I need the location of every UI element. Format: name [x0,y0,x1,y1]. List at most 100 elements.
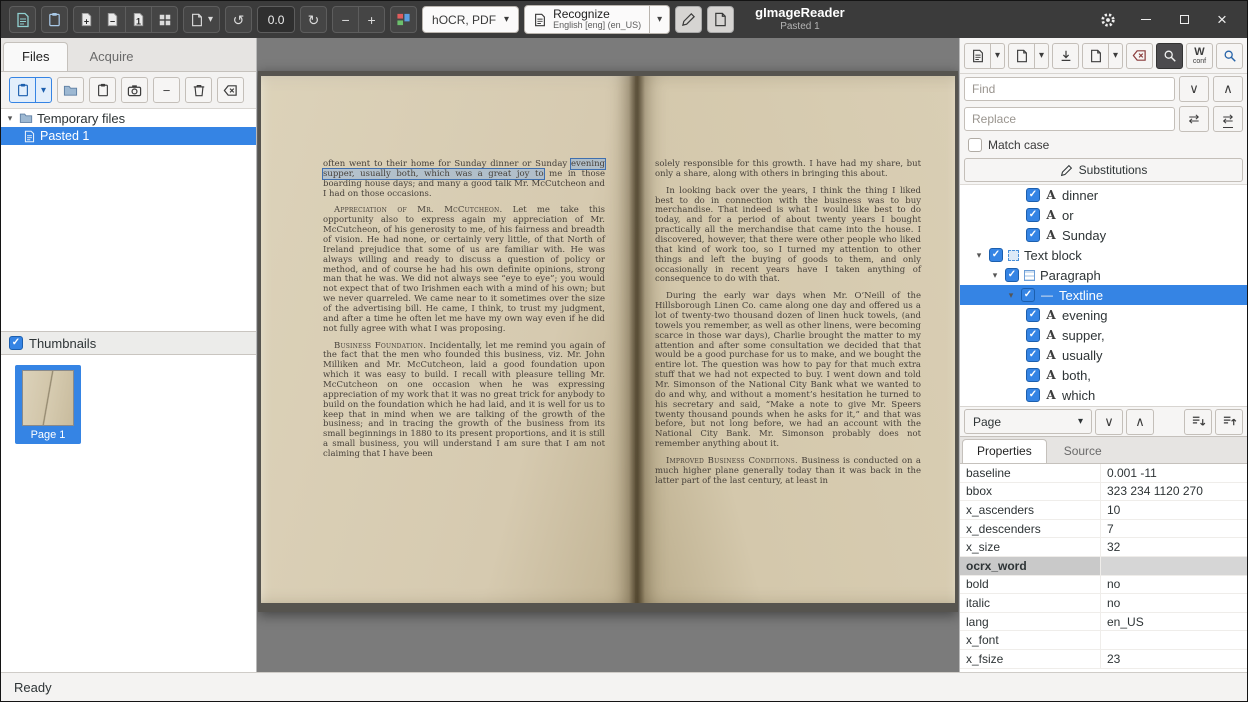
tree-item-paragraph[interactable]: ▾ ✓ Paragraph [960,265,1247,285]
rotate-mode-dropdown[interactable]: ▾ [183,6,220,33]
disclosure-icon[interactable]: ▾ [990,270,1000,281]
word-checkbox[interactable]: ✓ [1026,368,1040,382]
tab-properties[interactable]: Properties [962,439,1047,463]
property-value[interactable]: no [1101,594,1247,612]
property-value[interactable]: 323 234 1120 270 [1101,483,1247,501]
textline-checkbox[interactable]: ✓ [1021,288,1035,302]
clear-images-button[interactable] [217,77,244,103]
batch-export-button[interactable] [707,6,734,33]
tree-item-word[interactable]: ✓ A usually [960,345,1247,365]
tree-item-word[interactable]: ✓ A evening [960,305,1247,325]
word-checkbox[interactable]: ✓ [1026,188,1040,202]
next-item-button[interactable]: ∨ [1095,409,1123,435]
thumbnails-checkbox[interactable]: ✓ [9,336,23,350]
find-replace-toggle[interactable] [1156,43,1183,69]
property-value[interactable]: no [1101,576,1247,594]
tree-item-word[interactable]: ✓ A Sunday [960,225,1247,245]
tree-item-word[interactable]: ✓ A which [960,385,1247,405]
property-row: boldno [960,576,1247,595]
property-value[interactable]: 32 [1101,538,1247,556]
word-checkbox[interactable]: ✓ [1026,208,1040,222]
close-button[interactable]: × [1211,9,1233,31]
tree-item-word[interactable]: ✓ A both, [960,365,1247,385]
page-selector-dropdown[interactable]: Page ▾ [964,409,1092,434]
settings-button[interactable] [1097,9,1119,31]
tab-acquire[interactable]: Acquire [70,42,152,71]
tree-item-textline[interactable]: ▾ ✓ — Textline [960,285,1247,305]
recognize-dropdown[interactable]: ▾ [650,5,670,34]
property-value[interactable]: en_US [1101,613,1247,631]
open-hocr-button[interactable] [964,43,991,69]
replace-button[interactable]: ⇄ [1179,106,1209,132]
open-folder-button[interactable] [57,77,84,103]
thumbnail-page-1[interactable]: Page 1 [15,365,81,444]
word-checkbox[interactable]: ✓ [1026,388,1040,402]
confidence-toggle[interactable]: W conf [1186,43,1213,69]
expand-all-button[interactable] [1184,409,1212,435]
property-value[interactable]: 23 [1101,650,1247,668]
maximize-button[interactable] [1173,9,1195,31]
output-pane-toggle-button[interactable] [675,6,702,33]
word-checkbox[interactable]: ✓ [1026,228,1040,242]
page-decrement-button[interactable]: − [332,6,359,33]
word-checkbox[interactable]: ✓ [1026,308,1040,322]
previous-item-button[interactable]: ∧ [1126,409,1154,435]
save-hocr-dropdown[interactable]: ▾ [1034,43,1049,69]
document-canvas[interactable]: often went to their home for Sunday dinn… [257,38,959,672]
controls-toggle-button[interactable] [41,6,68,33]
app-icon-button[interactable] [9,6,36,33]
save-hocr-button[interactable] [1008,43,1035,69]
open-hocr-dropdown[interactable]: ▾ [990,43,1005,69]
tree-item-pasted-1[interactable]: Pasted 1 [1,127,256,145]
word-checkbox[interactable]: ✓ [1026,348,1040,362]
property-value[interactable] [1101,631,1247,649]
screenshot-button[interactable] [121,77,148,103]
import-append-button[interactable] [1052,43,1079,69]
replace-all-button[interactable]: ⇄ [1213,106,1243,132]
block-checkbox[interactable]: ✓ [989,248,1003,262]
remove-image-button[interactable]: − [153,77,180,103]
delete-image-button[interactable] [185,77,212,103]
paste-clipboard-button[interactable] [89,77,116,103]
match-case-checkbox[interactable] [968,138,982,152]
word-checkbox[interactable]: ✓ [1026,328,1040,342]
disclosure-icon[interactable]: ▾ [5,113,15,124]
find-previous-button[interactable]: ∧ [1213,76,1243,102]
export-dropdown[interactable]: ▾ [1108,43,1123,69]
tree-item-word[interactable]: ✓ A supper, [960,325,1247,345]
tree-item-text-block[interactable]: ▾ ✓ Text block [960,245,1247,265]
rotate-left-button[interactable]: ↺ [225,6,252,33]
autolayout-button[interactable] [390,6,417,33]
tree-item-word[interactable]: ✓ A or [960,205,1247,225]
disclosure-icon[interactable]: ▾ [1006,290,1016,301]
property-value[interactable]: 7 [1101,520,1247,538]
rotate-right-button[interactable]: ↻ [300,6,327,33]
find-next-button[interactable]: ∨ [1179,76,1209,102]
minimize-button[interactable] [1135,9,1157,31]
zoom-out-button[interactable]: − [99,6,126,33]
tab-source[interactable]: Source [1049,439,1117,463]
rotation-angle-spinbox[interactable]: 0.0 [257,6,295,33]
add-images-dropdown[interactable]: ▾ [35,77,52,103]
zoom-in-button[interactable]: + [73,6,100,33]
zoom-fit-button[interactable] [151,6,178,33]
collapse-all-button[interactable] [1215,409,1243,435]
preview-toggle-button[interactable] [1216,43,1243,69]
zoom-original-button[interactable]: 1 [125,6,152,33]
recognize-button[interactable]: Recognize English [eng] (en_US) [524,5,650,34]
find-input[interactable] [964,77,1175,101]
disclosure-icon[interactable]: ▾ [974,250,984,261]
clear-output-button[interactable] [1126,43,1153,69]
property-value[interactable]: 0.001 -11 [1101,464,1247,482]
page-increment-button[interactable]: + [358,6,385,33]
tree-item-word[interactable]: ✓ A dinner [960,185,1247,205]
export-button[interactable] [1082,43,1109,69]
paste-image-button[interactable] [9,77,36,103]
tree-item-temporary-files[interactable]: ▾ Temporary files [1,109,256,127]
paragraph-checkbox[interactable]: ✓ [1005,268,1019,282]
tab-files[interactable]: Files [3,42,68,71]
replace-input[interactable] [964,107,1175,131]
property-value[interactable]: 10 [1101,501,1247,519]
substitutions-button[interactable]: Substitutions [964,158,1243,182]
output-mode-dropdown[interactable]: hOCR, PDF▾ [422,6,519,33]
